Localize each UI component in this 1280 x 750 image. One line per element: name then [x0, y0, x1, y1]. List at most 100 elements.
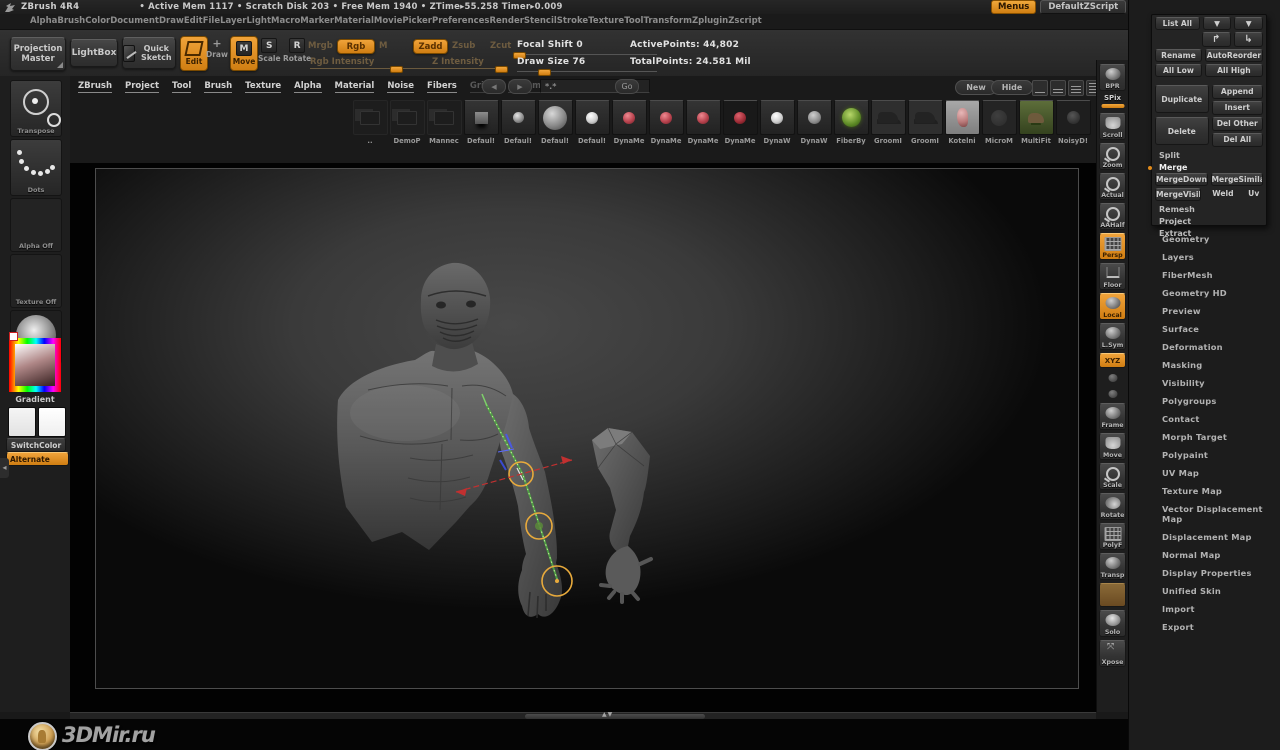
menu-item[interactable]: Material — [334, 16, 374, 26]
tool-section-item[interactable]: Vector Displacement Map — [1129, 500, 1280, 528]
tool-section-item[interactable]: Normal Map — [1129, 546, 1280, 564]
tool-section-item[interactable]: Displacement Map — [1129, 528, 1280, 546]
tool-section-item[interactable]: Layers — [1129, 248, 1280, 266]
lightbox-item[interactable]: FiberBy — [833, 100, 869, 145]
menu-item[interactable]: Layer — [220, 16, 246, 26]
lightbox-item[interactable]: DynaMe — [722, 100, 758, 145]
subtool-down-button[interactable]: ▼ — [1234, 17, 1264, 30]
color-picker[interactable] — [9, 332, 61, 392]
default-zscript-button[interactable]: DefaultZScript — [1040, 0, 1127, 14]
menu-item[interactable]: Transform — [643, 16, 692, 26]
right-shelf-item[interactable]: XYZ — [1099, 352, 1126, 368]
lightbox-item[interactable]: NoisyD! — [1055, 100, 1091, 145]
move-up-branch-button[interactable]: ↱ — [1201, 32, 1231, 47]
lightbox-tab[interactable]: Material — [334, 81, 375, 93]
del-other-button[interactable]: Del Other — [1211, 117, 1263, 131]
right-shelf-item[interactable]: L.Sym — [1099, 322, 1126, 350]
right-shelf-item[interactable]: Scroll — [1099, 112, 1126, 140]
lightbox-item[interactable]: Defaul! — [574, 100, 610, 145]
menu-item[interactable]: Render — [490, 16, 524, 26]
rotate-button[interactable]: R Rotate — [283, 38, 311, 63]
append-button[interactable]: Append — [1211, 85, 1263, 99]
shelf-collapse-handle[interactable]: ◂ — [0, 458, 9, 478]
menu-item[interactable]: Preferences — [432, 16, 490, 26]
tool-section-item[interactable]: Morph Target — [1129, 428, 1280, 446]
menu-item[interactable]: Macro — [271, 16, 300, 26]
lightbox-tab[interactable]: Tool — [172, 81, 192, 93]
rgb-intensity-knob[interactable] — [390, 66, 403, 73]
lightbox-go-button[interactable]: Go — [615, 79, 639, 94]
lightbox-tab[interactable]: Alpha — [294, 81, 322, 93]
current-alpha-thumb[interactable]: Alpha Off — [10, 198, 62, 252]
current-brush-thumb[interactable]: Transpose — [10, 80, 62, 137]
tool-section-item[interactable]: UV Map — [1129, 464, 1280, 482]
menu-item[interactable]: Edit — [184, 16, 203, 26]
lightbox-tab[interactable]: Noise — [387, 81, 415, 93]
mrgb-toggle[interactable]: Mrgb — [308, 41, 333, 51]
lightbox-item[interactable]: Kotelni — [944, 100, 980, 145]
menu-item[interactable]: Texture — [588, 16, 624, 26]
menu-item[interactable]: Movie — [374, 16, 403, 26]
color-picker-square[interactable] — [15, 344, 55, 386]
edit-button[interactable]: Edit — [180, 36, 208, 71]
z-intensity-knob[interactable] — [495, 66, 508, 73]
menus-button[interactable]: Menus — [990, 0, 1037, 14]
draw-button[interactable]: + Draw — [206, 38, 228, 59]
lightbox-button[interactable]: LightBox — [70, 39, 118, 67]
split-section[interactable]: Split — [1155, 149, 1263, 161]
menu-item[interactable]: File — [203, 16, 220, 26]
list-all-button[interactable]: List All — [1155, 17, 1200, 30]
current-texture-thumb[interactable]: Texture Off — [10, 254, 62, 308]
menu-item[interactable]: Tool — [624, 16, 643, 26]
thumb-size-3-icon[interactable] — [1068, 80, 1084, 96]
lightbox-item[interactable]: DemoP — [389, 100, 425, 145]
right-shelf-item[interactable]: Floor — [1099, 262, 1126, 290]
right-shelf-item[interactable]: BPR — [1099, 63, 1126, 91]
lightbox-item[interactable]: Defaul! — [463, 100, 499, 145]
all-low-button[interactable]: All Low — [1155, 64, 1202, 77]
delete-button[interactable]: Delete — [1155, 117, 1209, 145]
lightbox-item[interactable]: GroomI — [907, 100, 943, 145]
right-shelf-item[interactable]: Rotate — [1099, 492, 1126, 520]
lightbox-item[interactable]: GroomI — [870, 100, 906, 145]
weld-button[interactable]: Weld — [1204, 188, 1241, 201]
right-shelf-item[interactable]: Move — [1099, 432, 1126, 460]
menu-item[interactable]: Document — [110, 16, 159, 26]
merge-section[interactable]: Merge — [1148, 161, 1263, 173]
draw-size-knob[interactable] — [538, 69, 551, 76]
right-shelf-item[interactable]: SPix — [1099, 94, 1126, 110]
right-shelf-item[interactable]: AAHalf — [1099, 202, 1126, 230]
subtool-up-button[interactable]: ▼ — [1202, 17, 1232, 30]
focal-shift-slider[interactable] — [517, 54, 657, 55]
lightbox-item[interactable]: Defaul! — [537, 100, 573, 145]
thumb-size-2-icon[interactable] — [1050, 80, 1066, 96]
right-shelf-item[interactable] — [1099, 387, 1126, 400]
lightbox-item[interactable]: DynaW — [796, 100, 832, 145]
right-shelf-item[interactable]: Xpose — [1099, 639, 1126, 667]
right-shelf-item[interactable]: Actual — [1099, 172, 1126, 200]
lightbox-item[interactable]: DynaMe — [685, 100, 721, 145]
right-shelf-item[interactable] — [1099, 582, 1126, 607]
rgb-toggle[interactable]: Rgb — [337, 39, 375, 54]
menu-item[interactable]: Zplugin — [692, 16, 728, 26]
zcut-toggle[interactable]: Zcut — [490, 41, 511, 51]
tool-section-item[interactable]: Visibility — [1129, 374, 1280, 392]
gradient-label[interactable]: Gradient — [0, 395, 70, 404]
current-stroke-thumb[interactable]: Dots — [10, 139, 62, 196]
canvas-area[interactable] — [70, 163, 1096, 712]
tool-section-item[interactable]: Geometry HD — [1129, 284, 1280, 302]
menu-item[interactable]: Picker — [402, 16, 432, 26]
tool-section-item[interactable]: Export — [1129, 618, 1280, 636]
right-shelf-item[interactable]: Solo — [1099, 609, 1126, 637]
uv-button[interactable]: Uv — [1244, 188, 1263, 201]
lightbox-item[interactable]: DynaMe — [648, 100, 684, 145]
tool-section-item[interactable]: Unified Skin — [1129, 582, 1280, 600]
lightbox-tab[interactable]: Project — [125, 81, 160, 93]
right-shelf-item[interactable]: Persp — [1099, 232, 1126, 260]
menu-item[interactable]: Alpha — [30, 16, 57, 26]
quick-sketch-button[interactable]: Quick Sketch — [122, 37, 176, 69]
right-shelf-item[interactable]: Transp — [1099, 552, 1126, 580]
lightbox-item[interactable]: Defaul! — [500, 100, 536, 145]
lightbox-next-button[interactable]: ▶ — [508, 79, 532, 94]
tool-section-item[interactable]: Surface — [1129, 320, 1280, 338]
